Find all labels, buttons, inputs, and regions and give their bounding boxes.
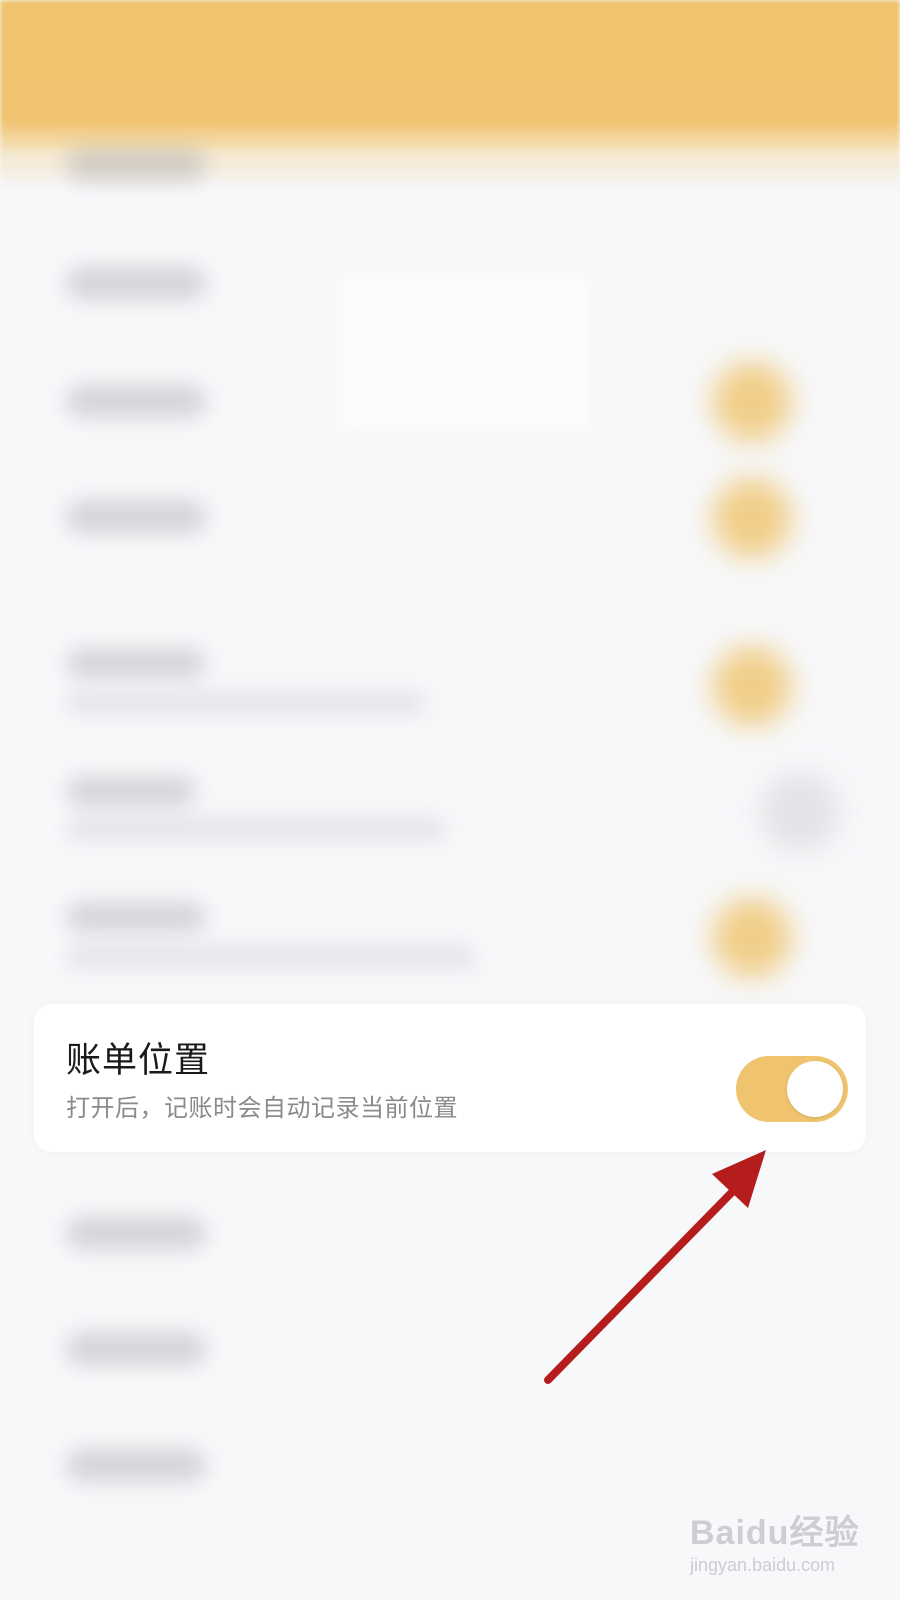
blurred-setting-label [66,776,196,806]
watermark-url: jingyan.baidu.com [690,1555,836,1575]
arrow-shaft [544,1180,744,1384]
toggle-knob [787,1061,843,1117]
watermark-brand: Baidu经验 [690,1514,860,1552]
arrow-head [712,1150,766,1208]
blurred-setting-desc [66,692,426,714]
bill-location-toggle[interactable] [736,1056,848,1122]
blurred-setting-label [66,500,206,534]
blurred-toggle [712,478,792,558]
blurred-setting-desc [66,818,446,840]
blurred-toggle [712,362,792,442]
blurred-setting-label [66,902,206,932]
setting-description: 打开后，记账时会自动记录当前位置 [66,1094,458,1122]
blurred-toggle [760,772,840,852]
blurred-setting-label [66,266,206,300]
blurred-setting-label [66,1216,206,1250]
bill-location-setting: 账单位置 打开后，记账时会自动记录当前位置 [34,1004,866,1152]
blurred-setting-label [66,384,206,418]
blurred-header [0,0,900,190]
baidu-watermark: Baidu经验 jingyan.baidu.com [690,1505,870,1585]
blurred-setting-label [66,1332,206,1366]
blurred-setting-label [66,148,206,182]
blurred-setting-desc [66,946,476,968]
blurred-dialog-area [340,280,590,430]
blurred-toggle [712,646,792,726]
blurred-setting-label [66,648,206,678]
blurred-toggle [712,898,792,978]
setting-title: 账单位置 [66,1041,211,1081]
blurred-setting-label [66,1448,206,1482]
